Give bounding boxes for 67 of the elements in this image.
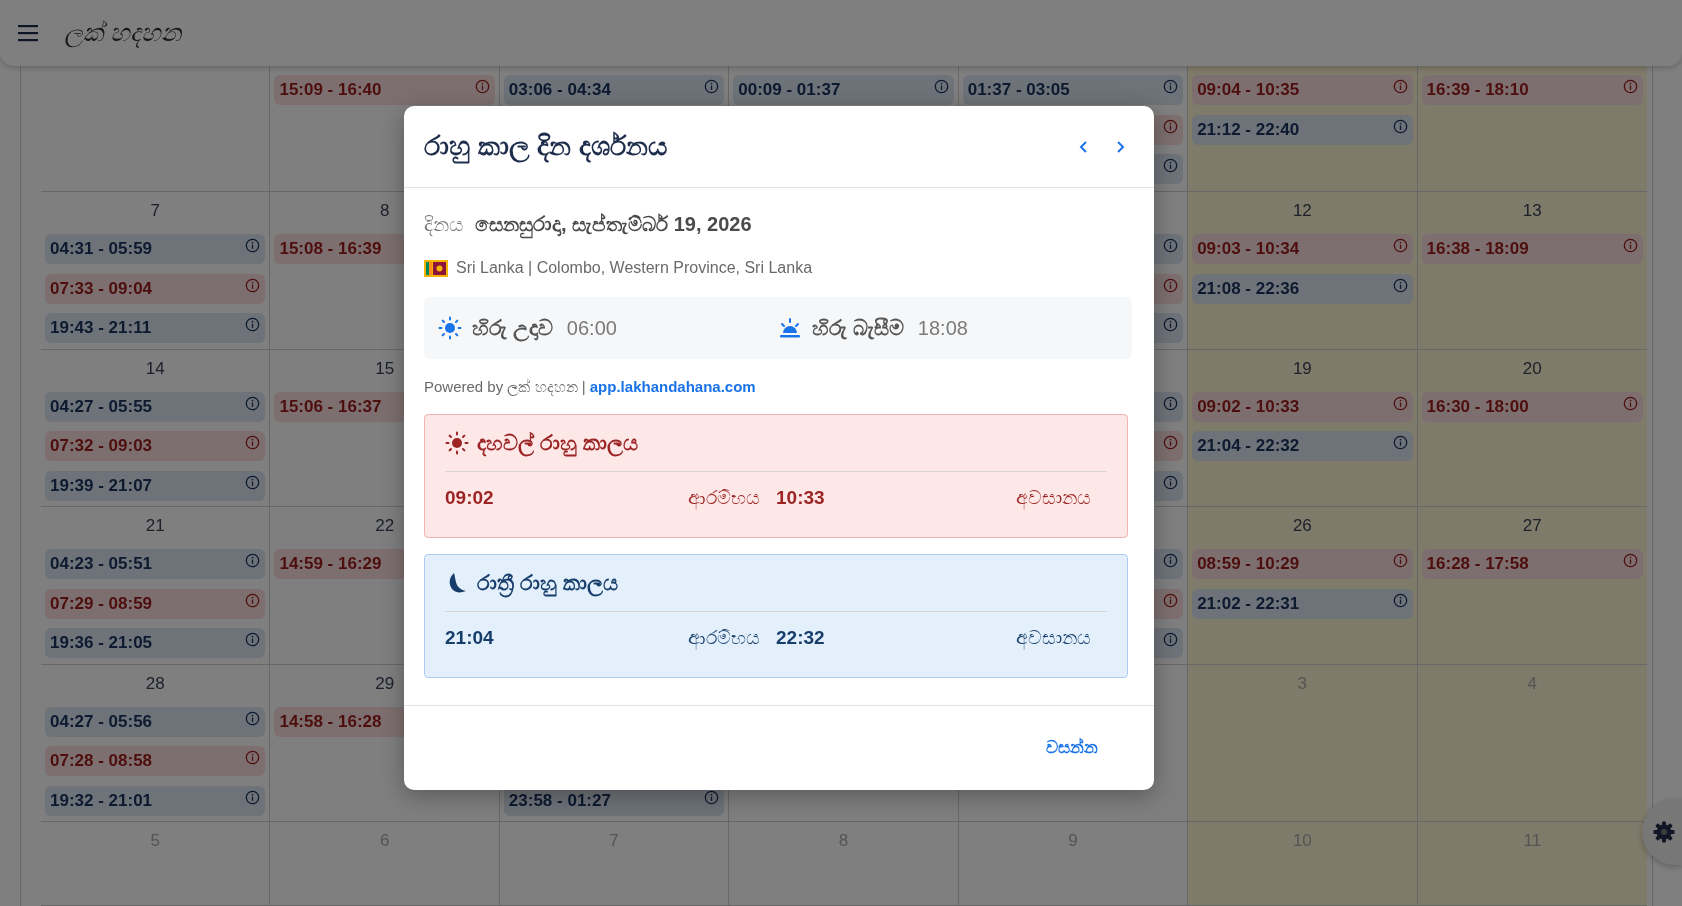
time-value: 21:04 <box>445 627 494 649</box>
time-chip[interactable]: 07:32 - 09:03 <box>45 431 266 461</box>
day-number: 12 <box>1292 201 1312 220</box>
sun-label: හිරු බැසීම <box>812 316 904 340</box>
info-icon[interactable] <box>704 789 720 805</box>
day-number: 20 <box>1522 358 1542 378</box>
sun-icon <box>438 316 462 340</box>
time-chip[interactable]: 04:27 - 05:55 <box>45 391 266 422</box>
time-chip[interactable]: 07:28 - 08:58 <box>45 746 266 776</box>
day-number: 7 <box>150 201 160 220</box>
time-chip[interactable]: 07:33 - 09:04 <box>45 273 266 304</box>
sun-icon <box>445 431 469 455</box>
day-number: 21 <box>145 516 165 535</box>
time-chip[interactable]: 16:39 - 18:10 <box>1421 75 1643 105</box>
day-number: 27 <box>1522 516 1542 535</box>
time-chip[interactable]: 04:23 - 05:51 <box>45 549 266 579</box>
time-value: 22:32 <box>776 627 825 649</box>
sun-label: හිරු උදාව <box>472 316 553 340</box>
day-number: 28 <box>145 673 165 693</box>
time-chip[interactable]: 04:31 - 05:59 <box>45 234 266 264</box>
time-chip[interactable]: 21:04 - 22:32 <box>1192 431 1413 461</box>
time-chip[interactable]: 07:29 - 08:59 <box>45 588 266 619</box>
date-label: දිනය <box>424 213 463 236</box>
time-chip[interactable]: 09:02 - 10:33 <box>1192 391 1413 422</box>
time-label: ආරම්භය <box>688 627 760 649</box>
sun-time: 06:00 <box>566 316 617 340</box>
day-number: 19 <box>1292 358 1312 378</box>
time-label: අවසානය <box>1016 487 1091 509</box>
day-number: 8 <box>379 201 390 220</box>
sunset-icon <box>778 316 802 340</box>
time-chip[interactable]: 09:04 - 10:35 <box>1192 75 1413 105</box>
close-button[interactable]: වසන්න <box>1034 730 1110 766</box>
time-chip[interactable]: 16:28 - 17:58 <box>1421 549 1643 579</box>
settings-button[interactable] <box>1642 799 1682 865</box>
day-number: 15 <box>375 358 395 378</box>
time-chip[interactable]: 16:30 - 18:00 <box>1421 391 1643 422</box>
day-number: 14 <box>145 358 165 378</box>
time-chip[interactable]: 16:38 - 18:09 <box>1421 234 1643 264</box>
time-chip[interactable]: 03:06 - 04:34 <box>503 75 725 105</box>
time-chip[interactable]: 21:12 - 22:40 <box>1192 114 1413 145</box>
time-chip[interactable]: 19:36 - 21:05 <box>45 628 266 658</box>
time-chip[interactable]: 15:09 - 16:40 <box>274 75 495 105</box>
time-label: අවසානය <box>1016 627 1091 649</box>
time-chip[interactable]: 08:59 - 10:29 <box>1192 549 1413 579</box>
day-number: 13 <box>1522 201 1542 220</box>
flag-icon <box>424 259 448 277</box>
app-title: ලක් හදහන <box>64 18 181 48</box>
time-chip[interactable]: 00:09 - 01:37 <box>733 75 954 105</box>
time-chip[interactable]: 19:43 - 21:11 <box>45 313 266 343</box>
settings-icon <box>1652 820 1676 844</box>
time-value: 09:02 <box>445 487 494 509</box>
time-chip[interactable]: 21:08 - 22:36 <box>1192 273 1413 304</box>
time-value: 10:33 <box>776 487 825 509</box>
time-chip[interactable]: 19:32 - 21:01 <box>45 785 266 816</box>
dialog-title: රාහු කාල දින දර්ශනය <box>424 131 667 162</box>
day-number: 22 <box>375 516 395 535</box>
time-chip[interactable]: 09:03 - 10:34 <box>1192 234 1413 264</box>
day-number: 29 <box>375 673 395 693</box>
time-chip[interactable]: 04:27 - 05:56 <box>45 706 266 737</box>
time-label: ආරම්භය <box>688 487 760 509</box>
time-chip[interactable]: 21:02 - 22:31 <box>1192 588 1413 619</box>
day-number: 26 <box>1292 516 1312 535</box>
website-link[interactable]: app.lakhandahana.com <box>589 378 756 395</box>
time-chip[interactable]: 19:39 - 21:07 <box>45 470 266 501</box>
sun-time: 18:08 <box>917 316 968 340</box>
period-title: දහවල් රාහු කාලය <box>477 431 638 455</box>
time-chip[interactable]: 01:37 - 03:05 <box>962 75 1184 105</box>
